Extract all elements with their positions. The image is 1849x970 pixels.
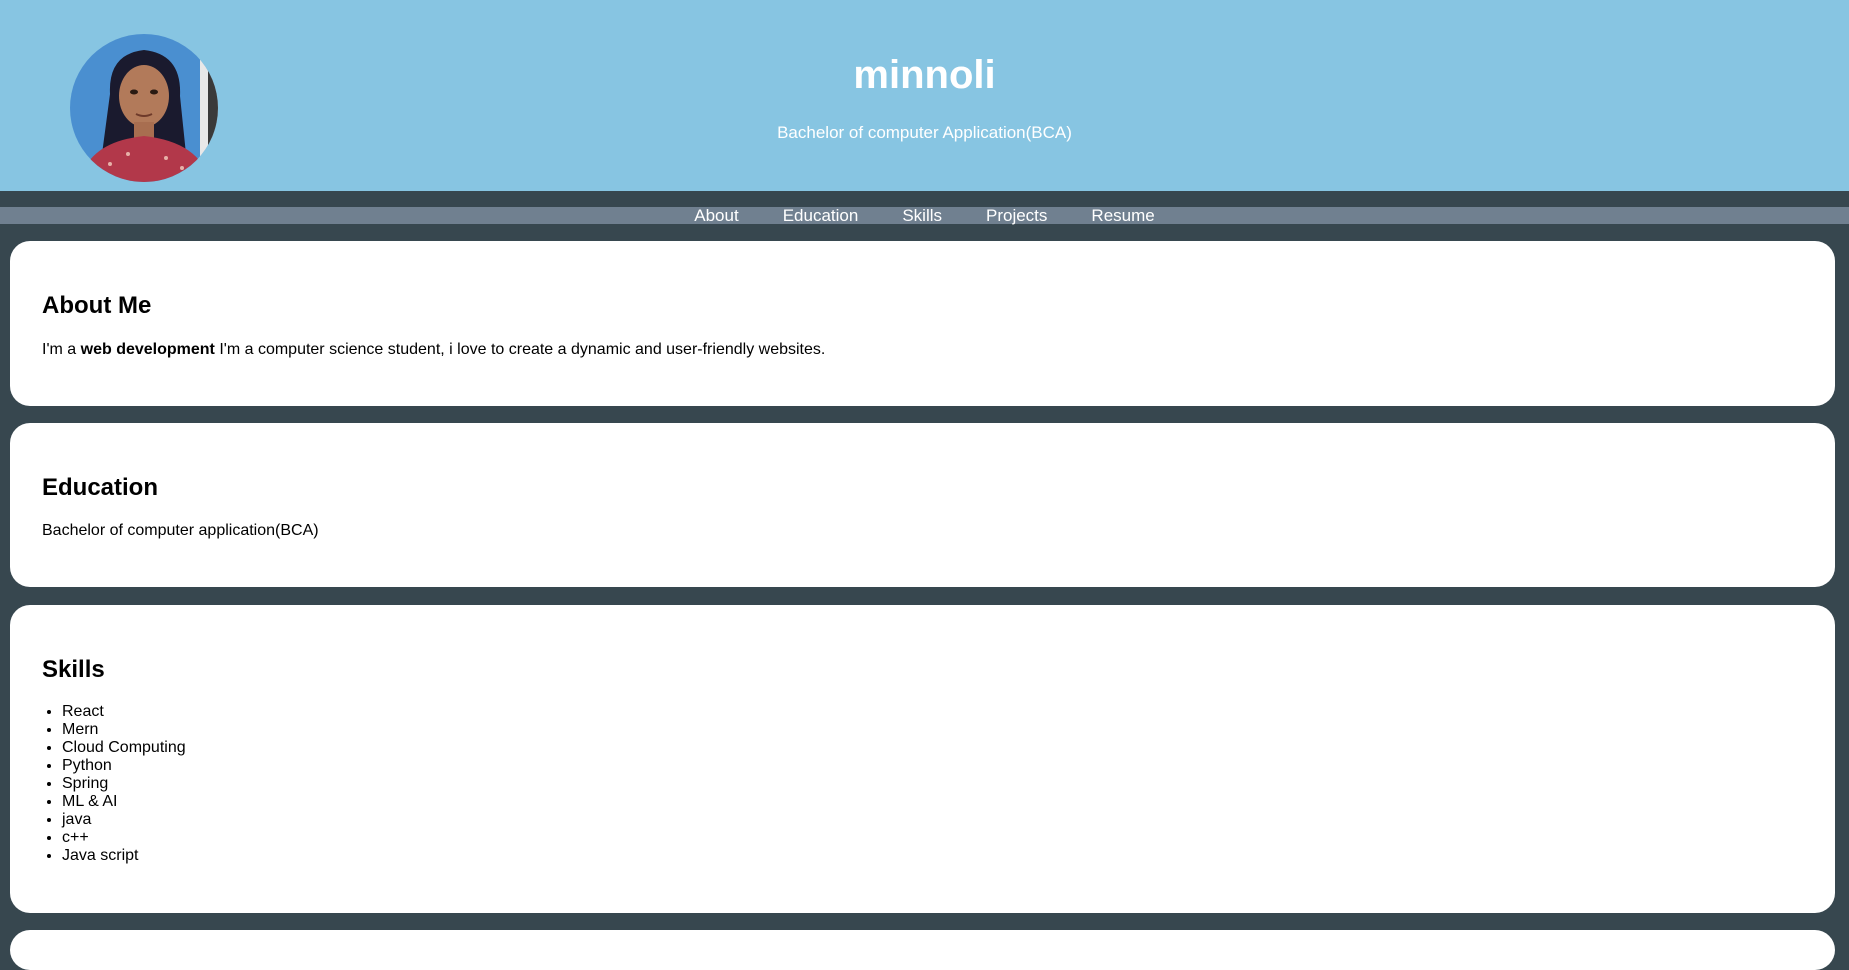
nav-item-skills[interactable]: Skills: [902, 207, 942, 224]
about-text-highlight: web development: [80, 341, 215, 358]
page-subtitle: Bachelor of computer Application(BCA): [777, 123, 1072, 142]
education-section: Education Bachelor of computer applicati…: [10, 423, 1835, 587]
list-item: Spring: [62, 775, 186, 793]
nav-bar: About Education Skills Projects Resume: [0, 207, 1849, 224]
list-item: ML & AI: [62, 793, 186, 811]
about-heading: About Me: [42, 292, 152, 319]
about-section: About Me I'm a web development I'm a com…: [10, 241, 1835, 406]
page-title: minnoli: [853, 53, 996, 97]
list-item: Mern: [62, 721, 186, 739]
projects-section: [10, 930, 1835, 970]
header: minnoli Bachelor of computer Application…: [0, 0, 1849, 191]
skills-section: Skills React Mern Cloud Computing Python…: [10, 605, 1835, 913]
about-text: I'm a web development I'm a computer sci…: [42, 340, 825, 359]
about-text-prefix: I'm a: [42, 341, 81, 358]
nav-item-projects[interactable]: Projects: [986, 207, 1047, 224]
nav-item-about[interactable]: About: [694, 207, 738, 224]
education-text: Bachelor of computer application(BCA): [42, 522, 319, 539]
about-text-suffix: I'm a computer science student, i love t…: [214, 341, 826, 358]
list-item: java: [62, 811, 186, 829]
skills-list: React Mern Cloud Computing Python Spring…: [42, 703, 186, 865]
list-item: c++: [62, 829, 186, 847]
list-item: Cloud Computing: [62, 739, 186, 757]
skills-heading: Skills: [42, 656, 105, 683]
list-item: React: [62, 703, 186, 721]
list-item: Python: [62, 757, 186, 775]
nav-item-education[interactable]: Education: [783, 207, 859, 224]
nav-item-resume[interactable]: Resume: [1091, 207, 1154, 224]
list-item: Java script: [62, 847, 186, 865]
education-heading: Education: [42, 474, 159, 501]
